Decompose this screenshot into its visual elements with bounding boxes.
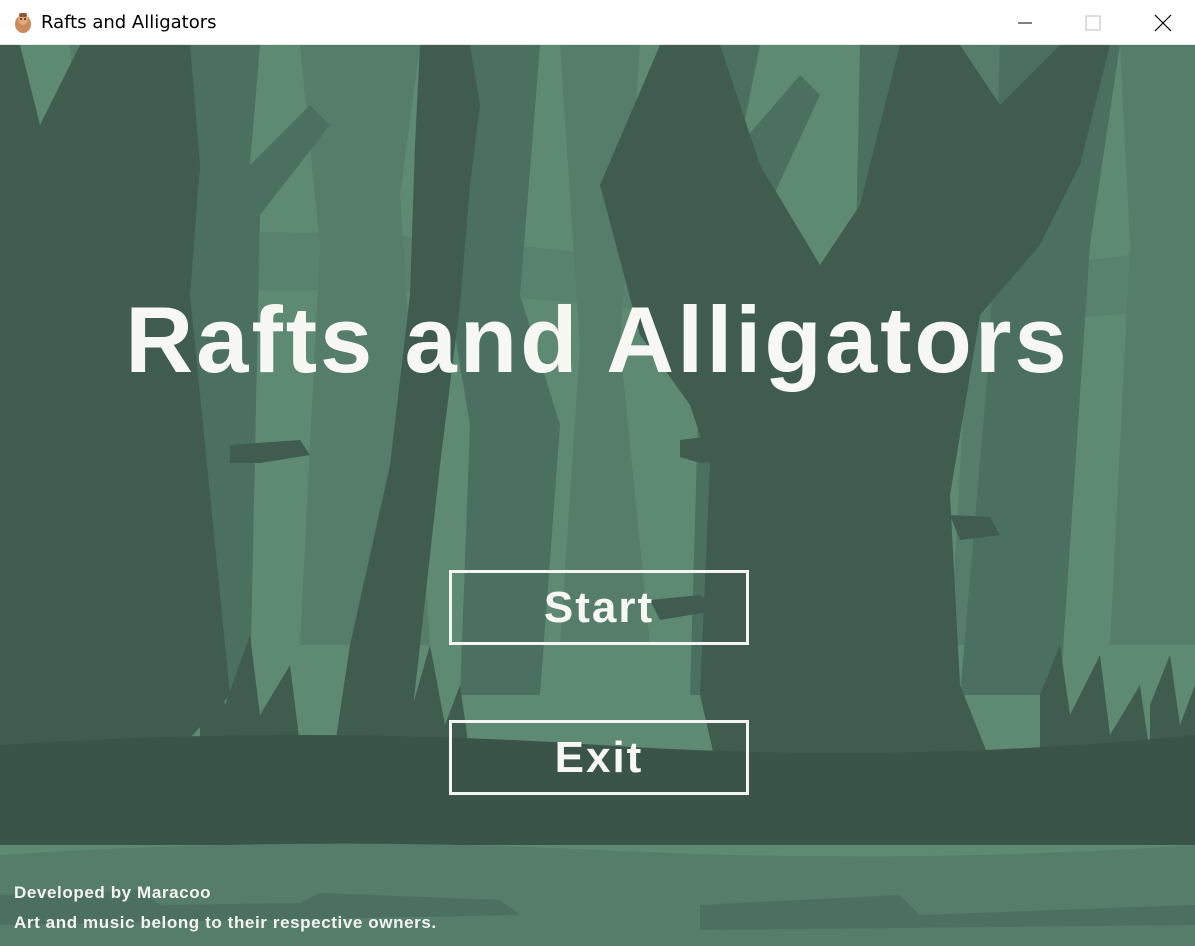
rights-notice: Art and music belong to their respective… xyxy=(14,913,437,932)
developer-credit: Developed by Maracoo xyxy=(14,883,212,902)
close-button[interactable] xyxy=(1128,0,1195,45)
app-icon xyxy=(15,13,31,33)
forest-background xyxy=(0,45,1195,946)
game-title: Rafts and Alligators xyxy=(125,287,1070,392)
maximize-button[interactable] xyxy=(1058,0,1128,45)
window-titlebar[interactable]: Rafts and Alligators xyxy=(0,0,1195,45)
window-title: Rafts and Alligators xyxy=(41,12,217,33)
exit-button[interactable]: Exit xyxy=(449,720,749,795)
minimize-icon xyxy=(1018,22,1032,23)
game-canvas[interactable]: Rafts and Alligators Start Exit Develope… xyxy=(0,45,1195,946)
close-icon xyxy=(1154,14,1172,31)
minimize-button[interactable] xyxy=(990,0,1060,45)
start-button[interactable]: Start xyxy=(449,570,749,645)
maximize-icon xyxy=(1085,15,1101,30)
